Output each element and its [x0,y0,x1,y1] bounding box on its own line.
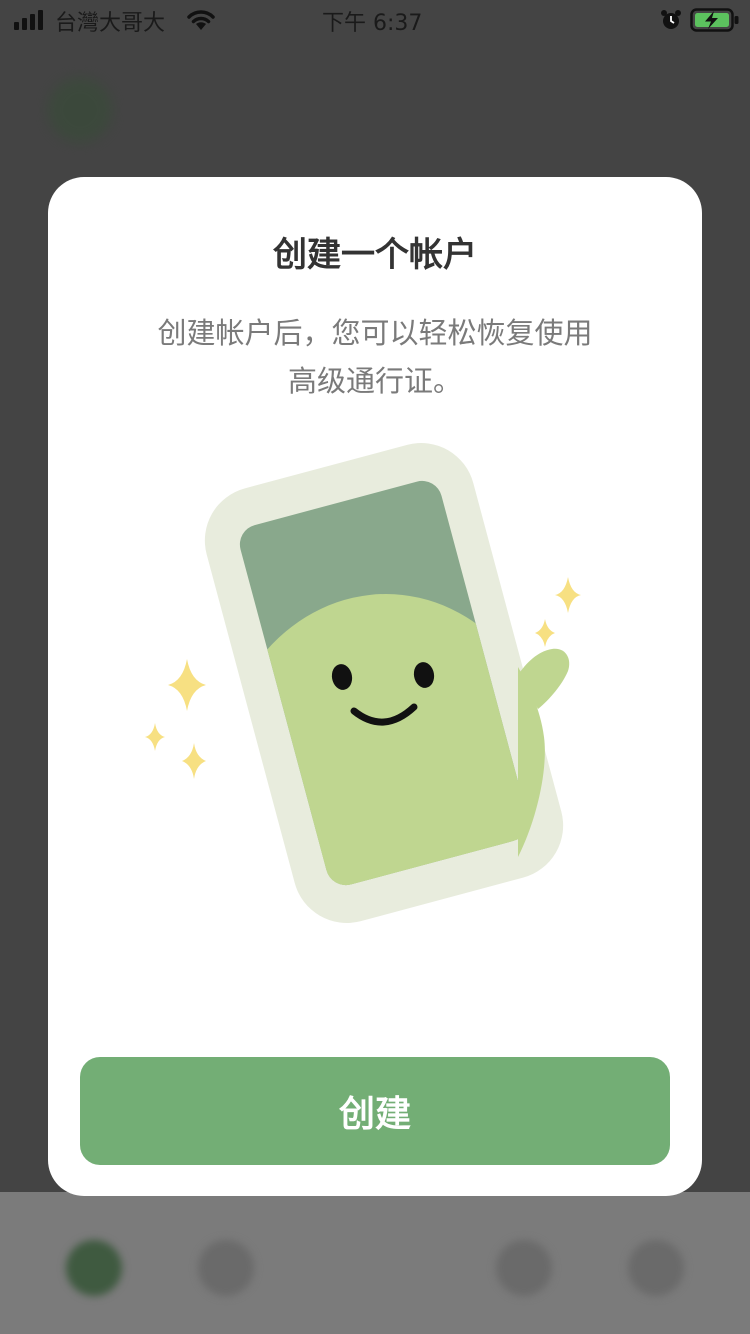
status-bar: 台灣大哥大 下午 6:37 [0,0,750,40]
status-time: 下午 6:37 [322,11,423,36]
dialog-description-line-2: 高级通行证。 [287,364,462,398]
sparkle-icon [168,659,206,711]
create-button[interactable]: 创建 [80,1057,670,1165]
alarm-icon [661,10,681,29]
background-tab-3 [496,1240,552,1296]
sparkle-icon [145,723,165,751]
background-tab-4 [628,1240,684,1296]
background-avatar [48,78,112,142]
sparkle-icon [535,619,555,647]
dialog-title: 创建一个帐户 [273,235,477,275]
carrier-name: 台灣大哥大 [55,11,166,36]
wifi-icon [187,10,215,30]
sparkle-icon [555,577,581,613]
background-tab-1 [66,1240,122,1296]
background-tab-2 [198,1240,254,1296]
sparkle-icon [182,743,206,779]
battery-charging-icon [690,8,739,32]
create-account-dialog: 创建一个帐户 创建帐户后，您可以轻松恢复使用 高级通行证。 创建 [48,177,702,1196]
dialog-description-line-1: 创建帐户后，您可以轻松恢复使用 [157,316,593,350]
dialog-description: 创建帐户后，您可以轻松恢复使用 高级通行证。 [118,309,632,405]
phone-character-illustration [145,443,581,923]
